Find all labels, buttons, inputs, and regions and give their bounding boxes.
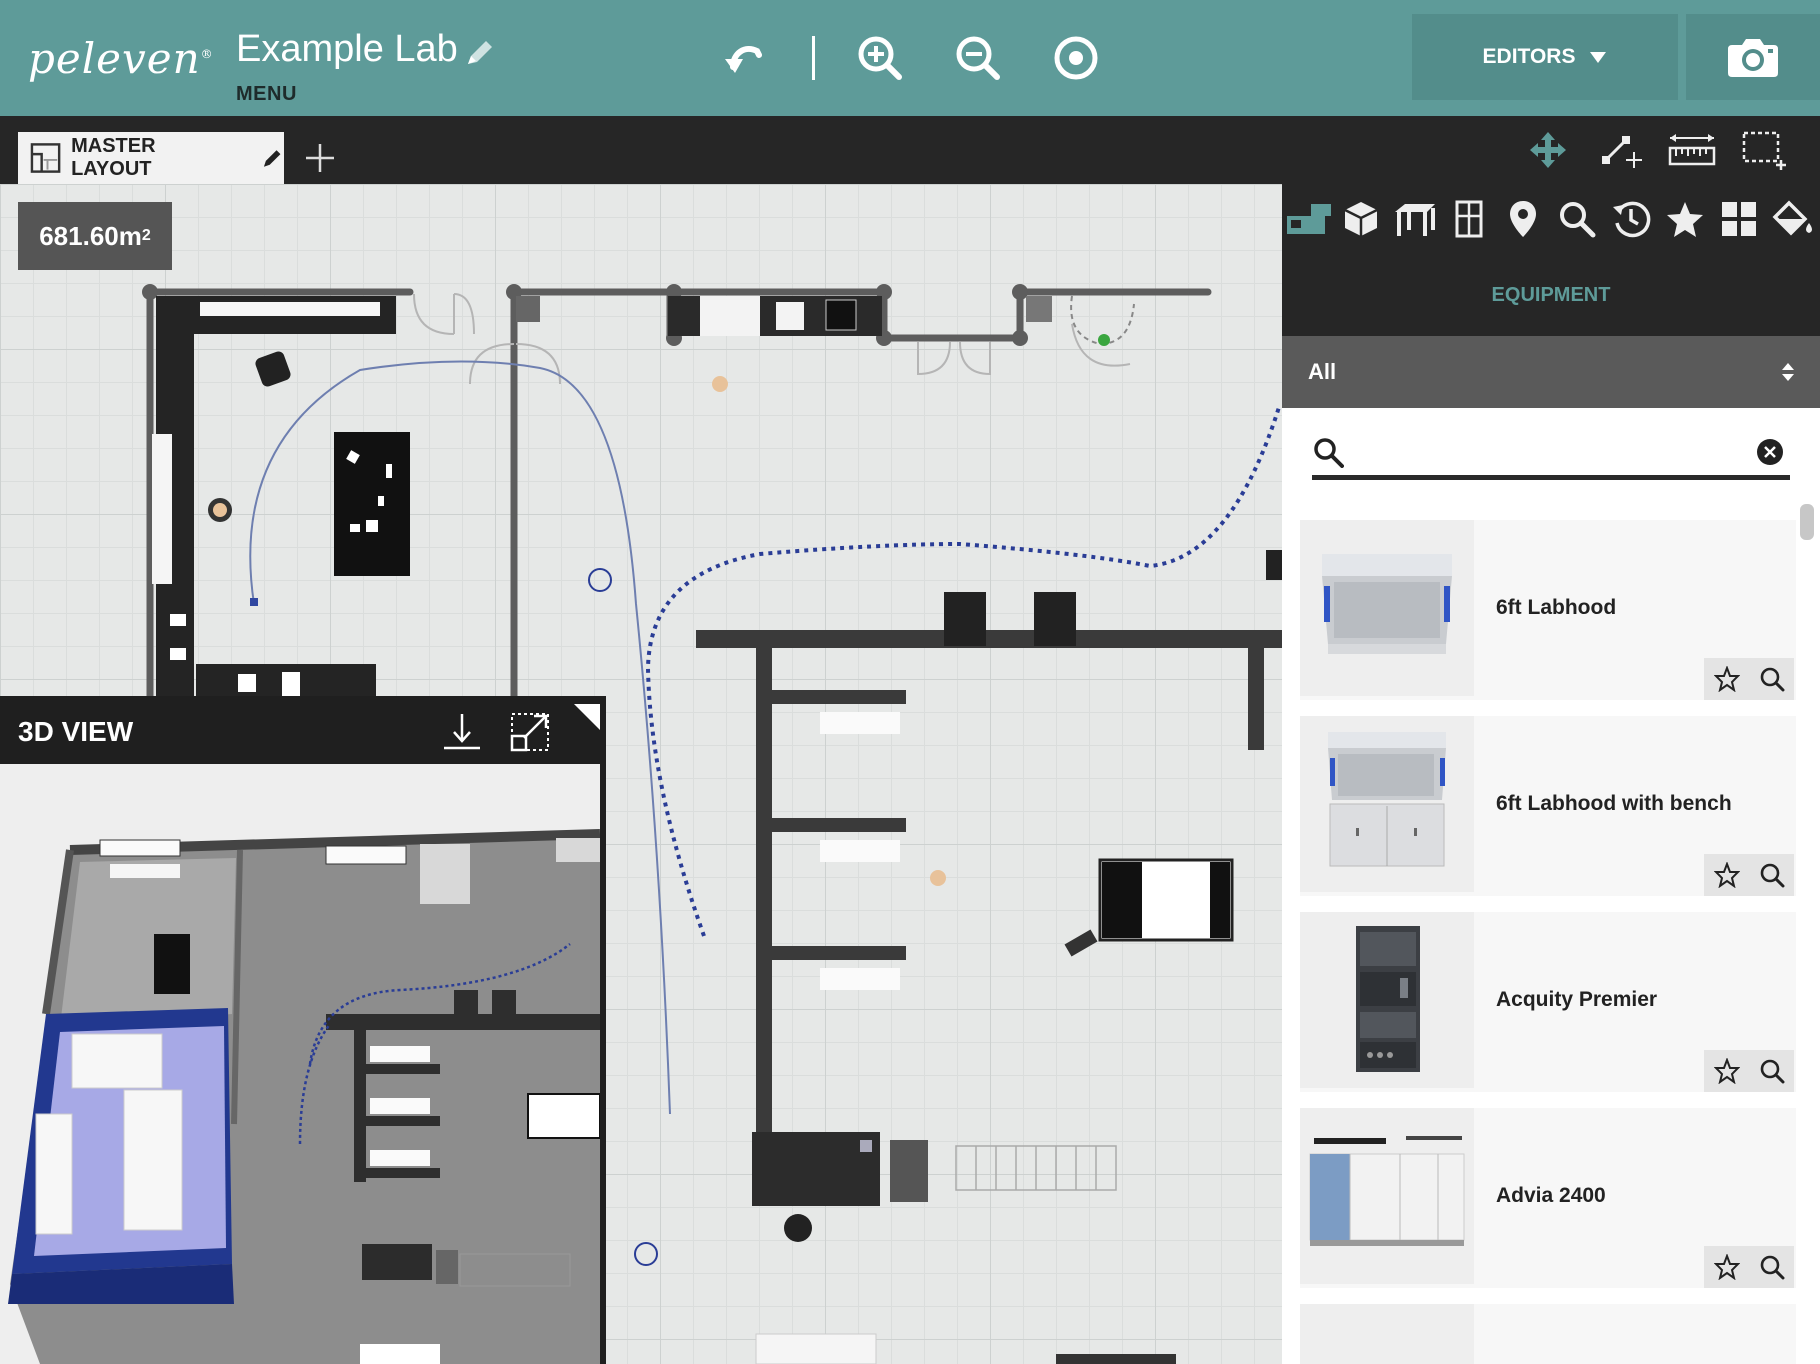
floor-area-badge: 681.60m 2	[18, 202, 172, 270]
equipment-item-6ft-labhood[interactable]: 6ft Labhood	[1300, 520, 1796, 700]
menu-button[interactable]: MENU	[236, 83, 297, 106]
3d-view-panel: 3D VIEW	[0, 696, 606, 1364]
preview-magnifier-icon[interactable]	[1756, 663, 1788, 695]
download-icon[interactable]	[438, 708, 486, 756]
equipment-name: Acquity Premier	[1496, 988, 1658, 1011]
3d-render-viewport[interactable]	[0, 764, 600, 1364]
category-title: EQUIPMENT	[1491, 284, 1611, 306]
clear-search-icon[interactable]	[1756, 438, 1784, 466]
preview-magnifier-icon[interactable]	[1756, 1251, 1788, 1283]
undo-icon[interactable]	[714, 28, 774, 88]
equipment-actions	[1704, 1246, 1794, 1288]
edit-title-pencil-icon[interactable]	[462, 34, 498, 70]
category-toolbar: EQUIPMENT	[1282, 184, 1820, 336]
caret-down-icon	[1590, 52, 1607, 63]
bottom-desk	[752, 1132, 1176, 1364]
draw-wall-icon[interactable]	[1596, 128, 1644, 172]
header-divider	[812, 36, 815, 80]
location-pin-icon[interactable]	[1498, 196, 1548, 242]
analyzer-instrument	[1064, 550, 1282, 957]
recenter-icon[interactable]	[1046, 28, 1106, 88]
equipment-icon[interactable]	[1284, 196, 1334, 242]
window-icon[interactable]	[1444, 196, 1494, 242]
paint-bucket-icon[interactable]	[1768, 196, 1818, 242]
equipment-item-partial[interactable]	[1300, 1304, 1796, 1364]
editors-label: EDITORS	[1482, 45, 1576, 68]
equipment-search-input[interactable]	[1360, 434, 1740, 470]
walk-path-dotted	[645, 403, 1282, 937]
list-scrollbar[interactable]	[1800, 504, 1814, 540]
favorite-star-icon[interactable]	[1711, 1055, 1743, 1087]
category-filter-select[interactable]: All	[1282, 336, 1820, 408]
equipment-name: 6ft Labhood with bench	[1496, 792, 1732, 815]
equipment-thumbnail	[1300, 716, 1474, 892]
equipment-thumbnail	[1300, 912, 1474, 1088]
equipment-search	[1312, 428, 1790, 480]
equipment-name: 6ft Labhood	[1496, 596, 1617, 619]
3d-view-header: 3D VIEW	[0, 696, 606, 764]
ruler-icon[interactable]	[1668, 128, 1716, 172]
equipment-actions	[1704, 854, 1794, 896]
project-title[interactable]: Example Lab	[236, 28, 458, 71]
equipment-actions	[1704, 658, 1794, 700]
grid-icon[interactable]	[1714, 196, 1764, 242]
equipment-thumbnail	[1300, 1304, 1474, 1364]
add-layout-plus-icon[interactable]	[300, 138, 340, 178]
zoom-out-icon[interactable]	[948, 28, 1008, 88]
favorite-star-icon[interactable]	[1711, 1251, 1743, 1283]
editors-dropdown[interactable]: EDITORS	[1412, 14, 1678, 100]
equipment-item-advia-2400[interactable]: Advia 2400	[1300, 1108, 1796, 1288]
equipment-thumbnail	[1300, 520, 1474, 696]
move-icon[interactable]	[1524, 128, 1572, 172]
equipment-item-6ft-labhood-with-bench[interactable]: 6ft Labhood with bench	[1300, 716, 1796, 896]
tab-master-layout-label: MASTER LAYOUT	[71, 135, 156, 180]
equipment-actions	[1704, 1050, 1794, 1092]
cube-icon[interactable]	[1336, 196, 1386, 242]
favorite-star-icon[interactable]	[1711, 859, 1743, 891]
rename-pencil-icon[interactable]	[261, 146, 284, 170]
library-panel: EQUIPMENT All 6ft Labhood 6ft Labhood wi…	[1282, 184, 1820, 1364]
camera-icon[interactable]	[1686, 14, 1820, 100]
equipment-item-acquity-premier[interactable]: Acquity Premier	[1300, 912, 1796, 1092]
preview-magnifier-icon[interactable]	[1756, 1055, 1788, 1087]
star-icon[interactable]	[1660, 196, 1710, 242]
history-icon[interactable]	[1606, 196, 1656, 242]
3d-render-drawing	[0, 764, 600, 1364]
filter-selected-value: All	[1308, 359, 1337, 384]
brand-logo[interactable]: peleven®	[28, 34, 214, 83]
top-cabinets	[516, 295, 1135, 346]
selection-box-icon[interactable]	[1740, 128, 1788, 172]
3d-view-title: 3D VIEW	[18, 716, 134, 747]
preview-magnifier-icon[interactable]	[1756, 859, 1788, 891]
expand-icon[interactable]	[506, 708, 554, 756]
equipment-thumbnail	[1300, 1108, 1474, 1284]
search-field-icon	[1314, 438, 1344, 468]
zoom-in-icon[interactable]	[850, 28, 910, 88]
equipment-name: Advia 2400	[1496, 1184, 1606, 1207]
favorite-star-icon[interactable]	[1711, 663, 1743, 695]
tab-master-layout[interactable]: MASTER LAYOUT	[18, 132, 284, 184]
3d-view-resize-corner[interactable]	[574, 704, 600, 730]
app-root: { "header": { "logo": "peleven", "logo_m…	[0, 0, 1820, 1364]
furniture-icon[interactable]	[1390, 196, 1440, 242]
top-header: peleven® Example Lab MENU EDITORS	[0, 0, 1820, 116]
sort-arrows-icon	[1782, 363, 1794, 381]
floorplan-icon	[30, 143, 61, 173]
search-icon[interactable]	[1552, 196, 1602, 242]
